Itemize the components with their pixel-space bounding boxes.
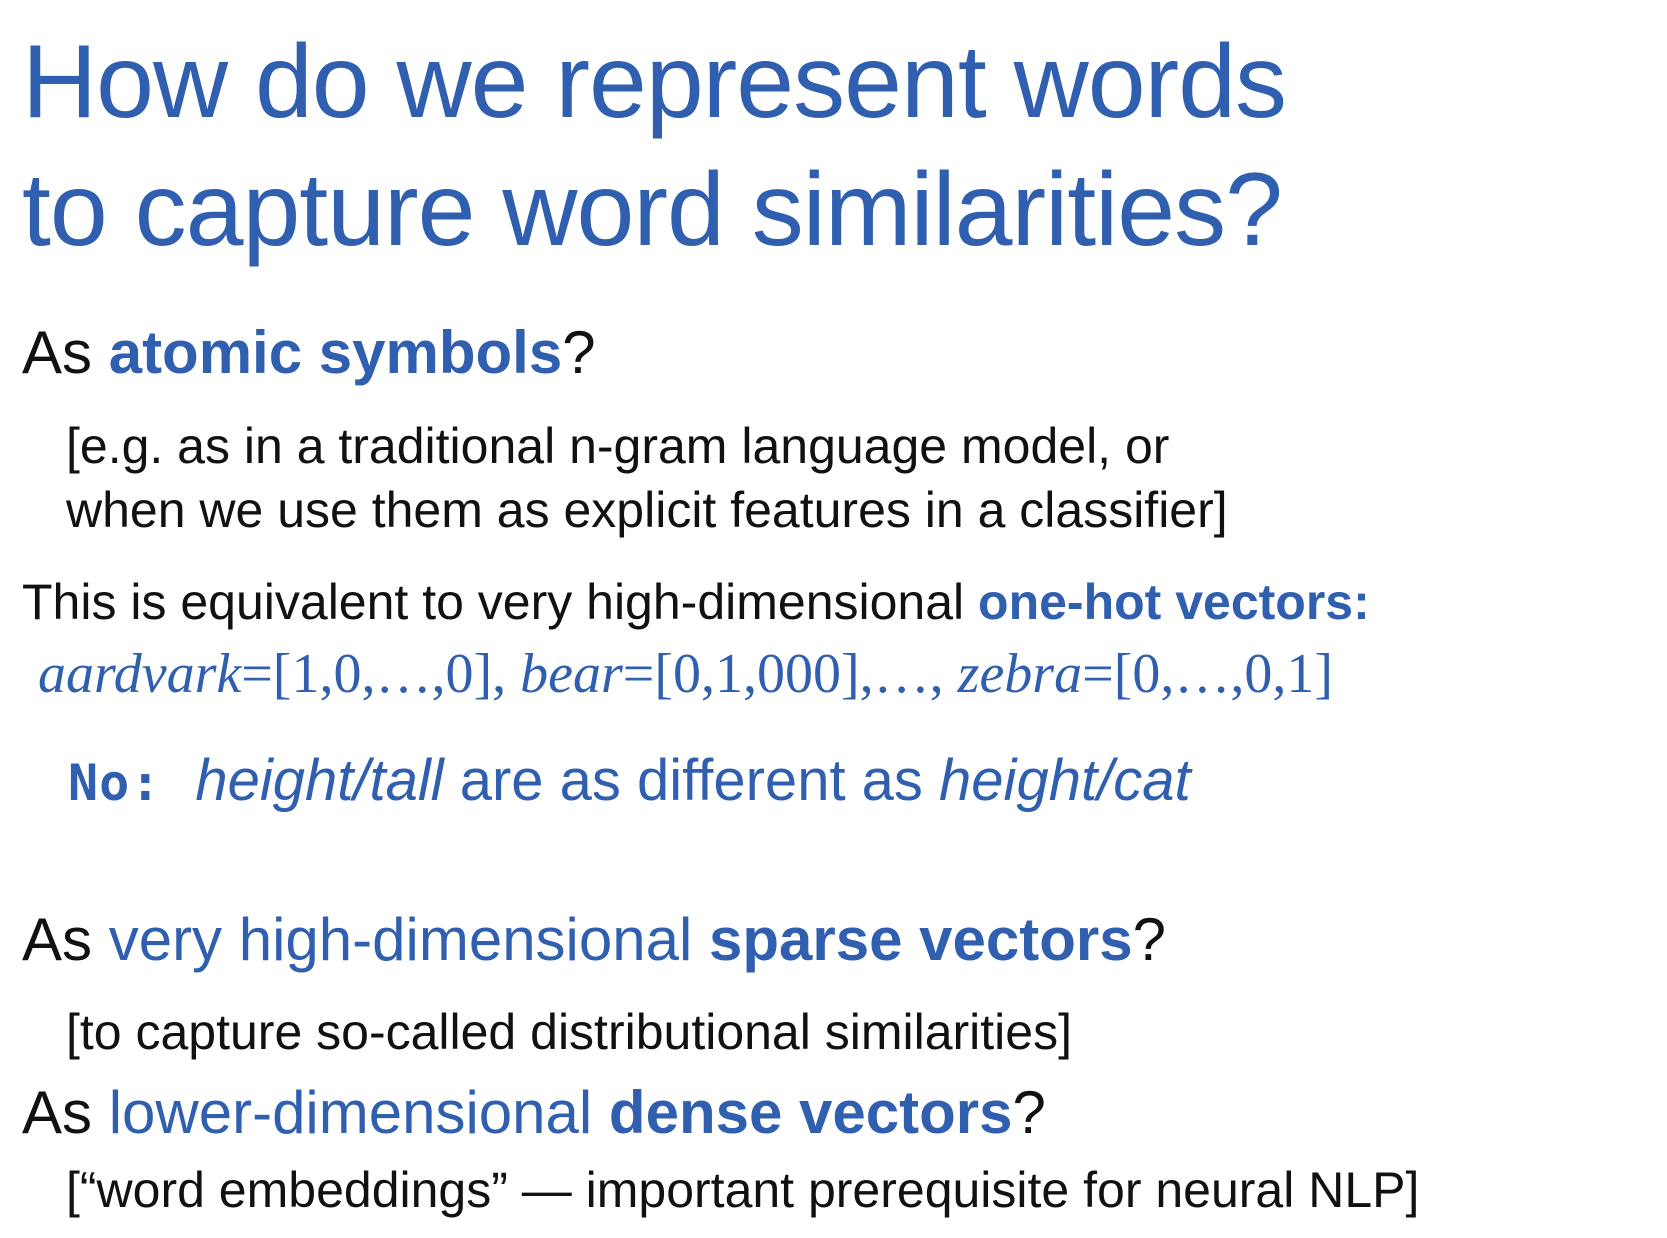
dense-vectors-emph: dense vectors (608, 1079, 1013, 1146)
equiv-text: This is equivalent to very high-dimensio… (22, 574, 979, 630)
dense-light: lower-dimensional (108, 1079, 609, 1146)
atomic-note-line2: when we use them as explicit features in… (66, 482, 1228, 538)
vector-word-bear: bear (520, 643, 623, 705)
no-label: No: (68, 754, 162, 812)
slide-title: How do we represent words to capture wor… (22, 18, 1287, 274)
atomic-prefix: As (22, 319, 109, 386)
slide-title-line1: How do we represent words (22, 24, 1287, 140)
sparse-vectors-heading: As very high-dimensional sparse vectors? (22, 905, 1166, 975)
dense-prefix: As (22, 1079, 109, 1146)
pair-height-tall: height/tall (195, 748, 444, 813)
no-middle-text: are as different as (443, 748, 940, 813)
vector-value-aardvark: =[1,0,…,0], (241, 643, 521, 705)
slide: How do we represent words to capture wor… (0, 0, 1667, 1238)
no-similarity-line: No: height/tall are as different as heigh… (68, 746, 1191, 818)
vector-word-zebra: zebra (957, 643, 1083, 705)
vector-value-bear: =[0,1,000],…, (622, 643, 958, 705)
slide-title-line2: to capture word similarities? (22, 152, 1283, 268)
atomic-note-line1: [e.g. as in a traditional n-gram languag… (66, 418, 1170, 474)
sparse-note: [to capture so-called distributional sim… (66, 1004, 1072, 1060)
one-hot-vectors-emph: one-hot vectors: (978, 574, 1370, 630)
sparse-prefix: As (22, 906, 109, 973)
sparse-suffix: ? (1132, 906, 1166, 973)
vector-word-aardvark: aardvark (38, 643, 242, 705)
one-hot-equivalence: This is equivalent to very high-dimensio… (22, 572, 1370, 632)
sparse-vectors-emph: sparse vectors (709, 906, 1133, 973)
one-hot-vector-examples: aardvark=[1,0,…,0], bear=[0,1,000],…, ze… (38, 642, 1333, 706)
vector-value-zebra: =[0,…,0,1] (1082, 643, 1333, 705)
pair-height-cat: height/cat (939, 748, 1191, 813)
sparse-light: very high-dimensional (108, 906, 709, 973)
atomic-symbols-emph: atomic symbols (108, 319, 563, 386)
atomic-symbols-heading: As atomic symbols? (22, 318, 596, 388)
dense-vectors-heading: As lower-dimensional dense vectors? (22, 1078, 1046, 1148)
atomic-suffix: ? (562, 319, 596, 386)
dense-suffix: ? (1012, 1079, 1046, 1146)
dense-note: [“word embeddings” — important prerequis… (66, 1162, 1420, 1218)
